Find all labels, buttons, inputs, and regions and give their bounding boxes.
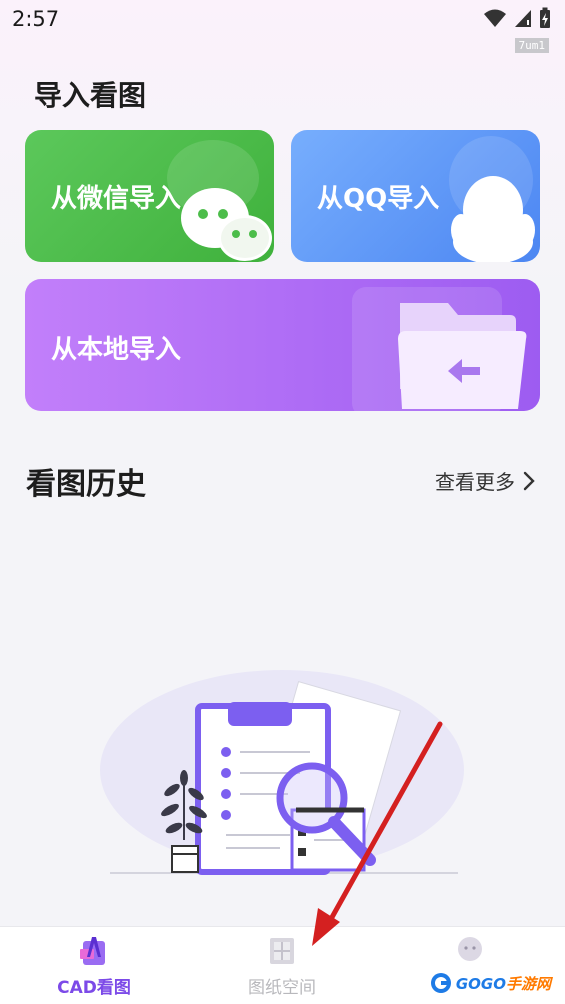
nav-tab-drawing-space[interactable]: 图纸空间: [188, 927, 376, 1004]
chevron-right-icon: [523, 471, 535, 490]
import-from-local-button[interactable]: 从本地导入: [25, 279, 540, 411]
qq-label: 从QQ导入: [317, 184, 440, 214]
nav-tab-cad-viewer[interactable]: CAD看图: [0, 927, 188, 1004]
watermark-brand-sub: 手游网: [505, 974, 551, 993]
local-label: 从本地导入: [51, 335, 182, 365]
battery-charging-icon: [540, 7, 550, 28]
import-from-wechat-button[interactable]: 从微信导入: [25, 130, 274, 262]
nav-label-drawing: 图纸空间: [248, 978, 316, 998]
qq-penguin-icon: [449, 136, 535, 262]
watermark-brand: GOGO手游网: [456, 973, 551, 994]
import-from-qq-button[interactable]: 从QQ导入: [291, 130, 540, 262]
status-icons: [483, 7, 551, 29]
folder-icon: [352, 287, 527, 411]
signal-icon: [515, 10, 531, 27]
view-more-label: 查看更多: [435, 470, 515, 494]
history-section-title: 看图历史: [26, 467, 146, 502]
device-tag: 7um1: [514, 38, 549, 53]
status-bar: 2:57 7um1: [0, 0, 565, 53]
status-time: 2:57: [12, 7, 60, 31]
drawing-icon: [270, 938, 294, 964]
logo-e-icon: [430, 973, 451, 993]
watermark-brand-main: GOGO: [455, 974, 506, 993]
avatar-icon: [458, 937, 482, 961]
view-more-link[interactable]: 查看更多: [435, 466, 535, 495]
cad-icon: [80, 937, 105, 965]
empty-history-illustration: [100, 670, 464, 875]
wechat-label: 从微信导入: [51, 184, 182, 214]
import-section-title: 导入看图: [34, 79, 147, 112]
nav-label-cad: CAD看图: [57, 978, 131, 998]
wifi-icon: [484, 9, 506, 27]
site-watermark: GOGO手游网: [423, 968, 557, 998]
